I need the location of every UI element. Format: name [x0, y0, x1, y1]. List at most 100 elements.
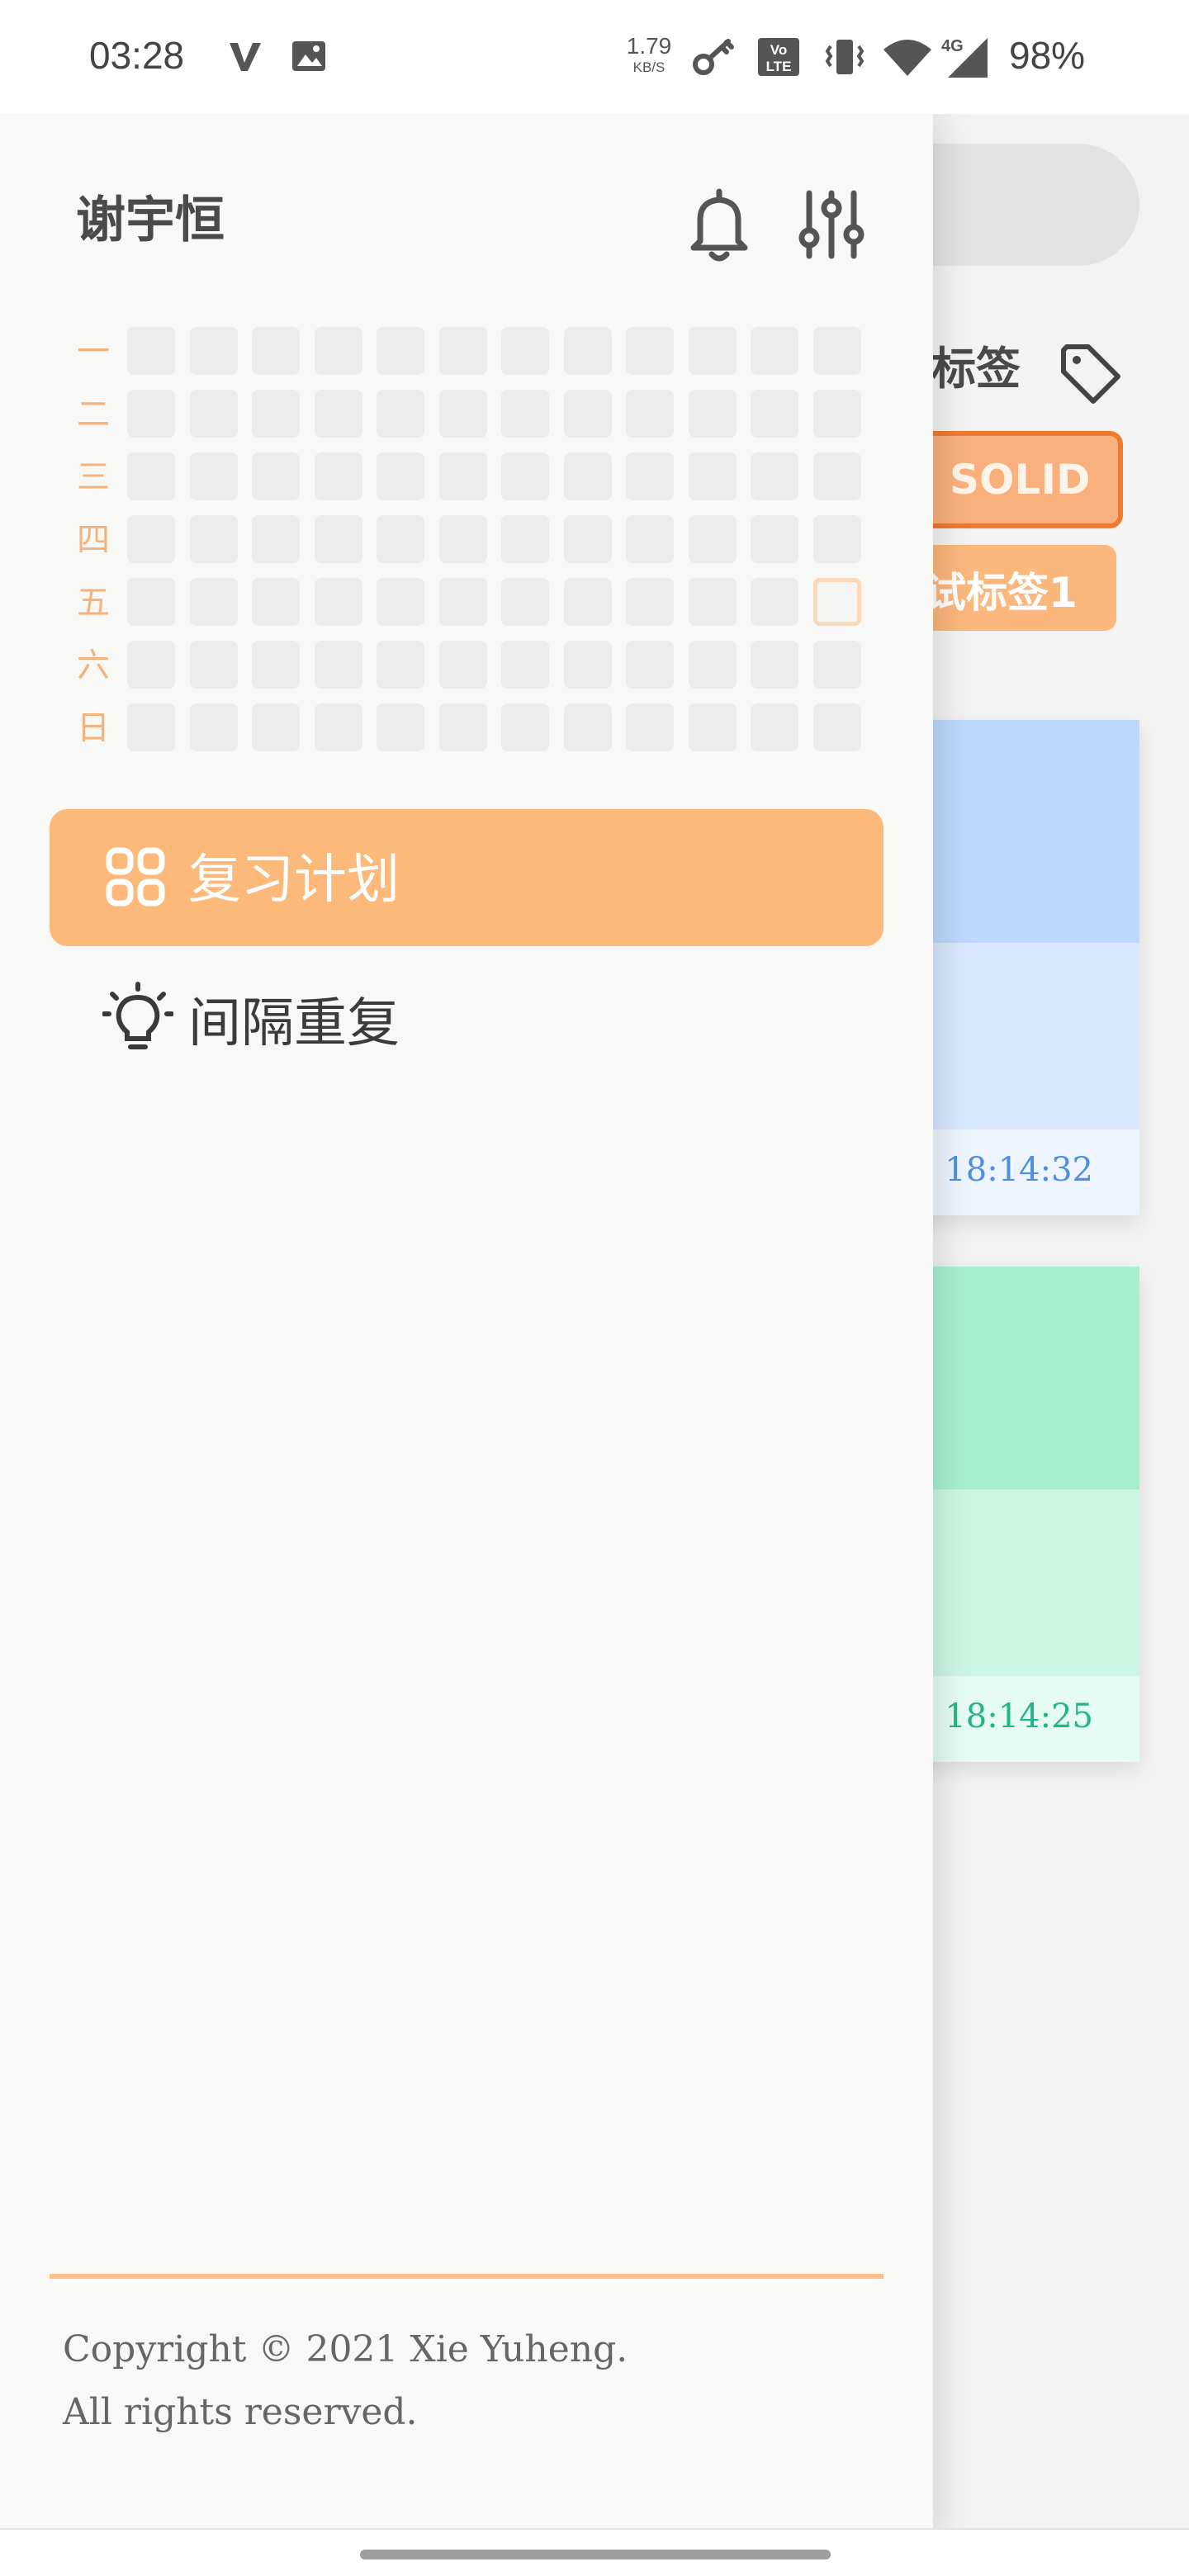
- status-time: 03:28: [89, 34, 185, 77]
- heatmap-cell: [751, 578, 798, 626]
- heatmap-cell: [626, 515, 674, 563]
- heatmap-cell: [127, 452, 175, 500]
- heatmap-cell: [314, 452, 362, 500]
- svg-text:Vo: Vo: [770, 42, 787, 58]
- heatmap-cell: [812, 703, 861, 751]
- heatmap-cell: [626, 578, 674, 626]
- bell-icon: [690, 188, 748, 262]
- tag-icon: [1061, 344, 1120, 404]
- heatmap-cell: [563, 515, 612, 563]
- heatmap-cell: [314, 703, 362, 751]
- heatmap-cell: [252, 641, 300, 689]
- heatmap-cell: [501, 515, 549, 563]
- svg-text:LTE: LTE: [766, 59, 792, 74]
- heatmap-cell: [626, 327, 674, 375]
- heatmap-cell: [438, 578, 487, 626]
- home-gesture-handle[interactable]: [360, 2550, 831, 2559]
- heatmap-cell: [812, 390, 861, 438]
- heatmap-cell: [377, 515, 424, 563]
- heatmap-cell: [127, 641, 175, 689]
- heatmap-cell: [812, 327, 861, 375]
- heatmap-cell: [438, 515, 487, 563]
- heatmap-cell: [563, 703, 612, 751]
- heatmap-cell: [688, 578, 737, 626]
- settings-button[interactable]: [794, 183, 869, 266]
- heatmap-cell: [501, 390, 549, 438]
- tune-icon: [798, 190, 865, 259]
- drawer-divider: [50, 2274, 883, 2279]
- heatmap-day-label: 一: [77, 333, 110, 371]
- menu-item-spaced-repetition[interactable]: 间隔重复: [50, 958, 883, 1082]
- heatmap-cell: [688, 327, 737, 375]
- heatmap-cell: [377, 703, 424, 751]
- heatmap-cell: [812, 452, 861, 500]
- heatmap-cell: [189, 452, 238, 500]
- heatmap-cell: [563, 327, 612, 375]
- heatmap-cell: [377, 641, 424, 689]
- notifications-button[interactable]: [682, 183, 756, 266]
- heatmap-cell: [252, 327, 300, 375]
- menu-item-label: 复习计划: [188, 850, 400, 911]
- menu-item-review-plan[interactable]: 复习计划: [50, 809, 883, 946]
- heatmap-day-label: 六: [77, 646, 110, 684]
- svg-text:4G: 4G: [941, 37, 964, 55]
- heatmap-cell: [688, 641, 737, 689]
- heatmap-cell: [377, 390, 424, 438]
- net-speed-value: 1.79: [626, 33, 672, 59]
- heatmap-cell: [438, 452, 487, 500]
- heatmap-cell: [501, 452, 549, 500]
- heatmap-cell: [626, 390, 674, 438]
- heatmap-cell: [314, 641, 362, 689]
- heatmap-cell: [127, 578, 175, 626]
- status-bar: 03:28 1.79 KB/S Vo LTE 4G 98%: [0, 0, 1189, 114]
- heatmap-cell: [501, 327, 549, 375]
- heatmap-cell: [626, 703, 674, 751]
- tag-solid: SOLID: [900, 431, 1123, 528]
- heatmap-cell: [438, 327, 487, 375]
- heatmap-cell: [751, 390, 798, 438]
- heatmap-cell: [501, 578, 549, 626]
- navigation-bar: [0, 2528, 1189, 2576]
- heatmap-cell: [252, 703, 300, 751]
- heatmap-cell: [751, 641, 798, 689]
- tags-title: 标签: [931, 343, 1021, 395]
- heatmap-cell: [501, 641, 549, 689]
- heatmap-cell: [189, 390, 238, 438]
- heatmap-cell: [377, 578, 424, 626]
- heatmap-cell: [563, 578, 612, 626]
- heatmap-cell: [252, 452, 300, 500]
- heatmap-cell: [751, 703, 798, 751]
- heatmap-cell: [189, 515, 238, 563]
- heatmap-day-label: 日: [77, 709, 110, 747]
- battery-percent: 98%: [1009, 34, 1086, 77]
- heatmap-cell: [189, 578, 238, 626]
- heatmap-cell: [314, 327, 362, 375]
- heatmap-cell: [252, 515, 300, 563]
- heatmap-cell: [812, 515, 861, 563]
- vibrate-icon: [825, 40, 865, 74]
- heatmap-cell: [127, 703, 175, 751]
- heatmap-cell: [252, 390, 300, 438]
- heatmap-cell: [377, 452, 424, 500]
- grid-icon: [106, 847, 165, 907]
- heatmap-cell: [501, 703, 549, 751]
- heatmap-cell: [626, 452, 674, 500]
- heatmap-day-label: 三: [77, 458, 110, 496]
- copyright-line: All rights reserved.: [63, 2391, 418, 2433]
- heatmap-cell: [314, 390, 362, 438]
- net-speed-unit: KB/S: [632, 59, 666, 75]
- heatmap-cell: [438, 703, 487, 751]
- heatmap-cell: [438, 641, 487, 689]
- v-notification-icon: [230, 43, 261, 71]
- volte-icon: Vo LTE: [758, 38, 799, 76]
- heatmap-cell: [751, 515, 798, 563]
- heatmap-cell: [751, 327, 798, 375]
- heatmap-day-label: 五: [77, 584, 110, 622]
- heatmap-cell: [189, 703, 238, 751]
- user-name: 谢宇恒: [76, 192, 225, 249]
- signal-4g-icon: 4G: [941, 37, 988, 78]
- heatmap-cell: [563, 452, 612, 500]
- heatmap-cell: [377, 327, 424, 375]
- heatmap-cell: [127, 515, 175, 563]
- heatmap-cell: [189, 641, 238, 689]
